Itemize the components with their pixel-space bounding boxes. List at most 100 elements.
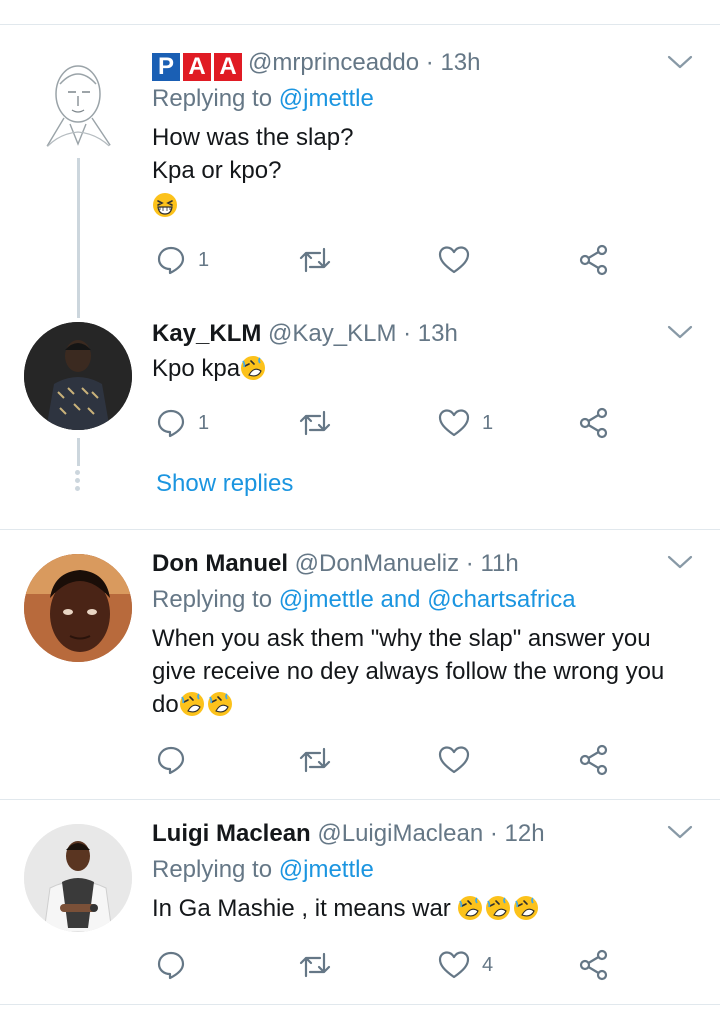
tweet-actions: 1 1 [152, 405, 622, 441]
reply-icon [157, 746, 185, 775]
rofl-emoji-icon [207, 692, 232, 716]
timestamp[interactable]: · 13h [403, 320, 458, 347]
tweet-header: Luigi Maclean @LuigiMaclean · 12h [152, 819, 545, 849]
like-button[interactable] [438, 242, 482, 278]
retweet-icon [299, 410, 331, 436]
tweet-line: give receive no dey always follow the wr… [152, 658, 665, 685]
retweet-button[interactable] [298, 405, 344, 441]
timestamp[interactable]: · 13h [426, 49, 481, 76]
logo-letter: P [152, 53, 180, 81]
tweet-actions: 4 [152, 947, 622, 983]
user-handle[interactable]: @LuigiMaclean [317, 820, 483, 847]
tweet-text: How was the slap? Kpa or kpo? [152, 121, 697, 222]
user-handle[interactable]: @DonManueliz [295, 550, 459, 577]
replying-to: Replying to @jmettle [152, 855, 374, 885]
reply-count: 1 [198, 411, 210, 434]
rofl-emoji-icon [486, 896, 511, 920]
display-name[interactable]: Luigi Maclean [152, 820, 311, 847]
share-button[interactable] [578, 742, 610, 778]
sketch-portrait-icon [24, 48, 132, 156]
tweet-line: How was the slap? [152, 124, 354, 151]
tweet[interactable]: Don Manuel @DonManueliz · 11h Replying t… [0, 530, 720, 800]
logo-letter: A [183, 53, 211, 81]
tweet[interactable]: PAA @mrprinceaddo · 13h Replying to @jme… [0, 0, 720, 300]
paa-logo: PAA [152, 53, 242, 81]
heart-icon [438, 951, 470, 979]
tweet-line: do [152, 691, 179, 718]
like-count: 4 [482, 953, 494, 976]
retweet-icon [299, 747, 331, 773]
chevron-down-icon[interactable] [666, 52, 694, 72]
share-button[interactable] [578, 405, 610, 441]
reply-button[interactable] [156, 742, 198, 778]
avatar[interactable] [24, 824, 132, 932]
user-handle[interactable]: @mrprinceaddo [248, 49, 419, 76]
mention-link[interactable]: @chartsafrica [427, 586, 575, 613]
tweet-actions: 1 [152, 242, 622, 278]
tweet-text: In Ga Mashie , it means war [152, 892, 697, 925]
retweet-button[interactable] [298, 242, 344, 278]
avatar[interactable] [24, 554, 132, 662]
profile-photo-icon [24, 824, 132, 932]
rofl-emoji-icon [241, 356, 266, 380]
avatar[interactable] [24, 322, 132, 430]
timestamp[interactable]: · 12h [490, 820, 545, 847]
reply-button[interactable]: 1 [156, 405, 209, 441]
tweet-line: When you ask them "why the slap" answer … [152, 625, 651, 652]
user-handle[interactable]: @Kay_KLM [268, 320, 396, 347]
tweet-line: Kpa or kpo? [152, 157, 282, 184]
retweet-icon [299, 952, 331, 978]
tweet-actions [152, 742, 622, 778]
tweet[interactable]: Kay_KLM @Kay_KLM · 13h Kpo kpa 1 1 Show … [0, 300, 720, 530]
reply-icon [157, 951, 185, 980]
display-name[interactable]: Kay_KLM [152, 320, 261, 347]
profile-photo-icon [24, 554, 132, 662]
mention-link[interactable]: @jmettle [279, 856, 374, 883]
chevron-down-icon[interactable] [666, 552, 694, 572]
share-button[interactable] [578, 242, 610, 278]
rofl-emoji-icon [179, 692, 204, 716]
mention-link[interactable]: @jmettle [279, 586, 374, 613]
rofl-emoji-icon [458, 896, 483, 920]
tweet-header: Don Manuel @DonManueliz · 11h [152, 549, 519, 579]
share-icon [579, 744, 608, 776]
like-button[interactable]: 1 [438, 405, 493, 441]
tweet-line: Kpo kpa [152, 355, 241, 382]
replying-and: and [380, 586, 421, 613]
mention-link[interactable]: @jmettle [279, 85, 374, 112]
heart-icon [438, 246, 470, 274]
reply-icon [157, 246, 185, 275]
avatar[interactable] [24, 48, 132, 156]
share-button[interactable] [578, 947, 610, 983]
replying-to: Replying to @jmettle [152, 84, 374, 114]
chevron-down-icon[interactable] [666, 322, 694, 342]
heart-icon [438, 409, 470, 437]
heart-icon [438, 746, 470, 774]
show-replies-link[interactable]: Show replies [156, 470, 293, 498]
retweet-button[interactable] [298, 947, 344, 983]
reply-button[interactable]: 1 [156, 242, 209, 278]
timestamp[interactable]: · 11h [466, 550, 519, 577]
like-count: 1 [482, 411, 494, 434]
retweet-button[interactable] [298, 742, 344, 778]
chevron-down-icon[interactable] [666, 822, 694, 842]
like-button[interactable]: 4 [438, 947, 493, 983]
tweet-text: When you ask them "why the slap" answer … [152, 622, 697, 721]
rofl-emoji-icon [514, 896, 539, 920]
replying-label: Replying to [152, 586, 273, 613]
tweet-text: Kpo kpa [152, 352, 697, 385]
tweet[interactable]: Luigi Maclean @LuigiMaclean · 12h Replyi… [0, 800, 720, 1026]
share-icon [579, 407, 608, 439]
reply-button[interactable] [156, 947, 198, 983]
replying-label: Replying to [152, 856, 273, 883]
grinning-squinting-emoji-icon [153, 193, 177, 217]
reply-count: 1 [198, 248, 210, 271]
display-name[interactable]: Don Manuel [152, 550, 288, 577]
tweet-line: In Ga Mashie , it means war [152, 895, 451, 922]
replying-to: Replying to @jmettle and @chartsafrica [152, 585, 576, 615]
like-button[interactable] [438, 742, 482, 778]
tweet-header: PAA @mrprinceaddo · 13h [152, 48, 480, 81]
share-icon [579, 949, 608, 981]
tweet-header: Kay_KLM @Kay_KLM · 13h [152, 319, 458, 349]
divider [0, 1004, 720, 1005]
